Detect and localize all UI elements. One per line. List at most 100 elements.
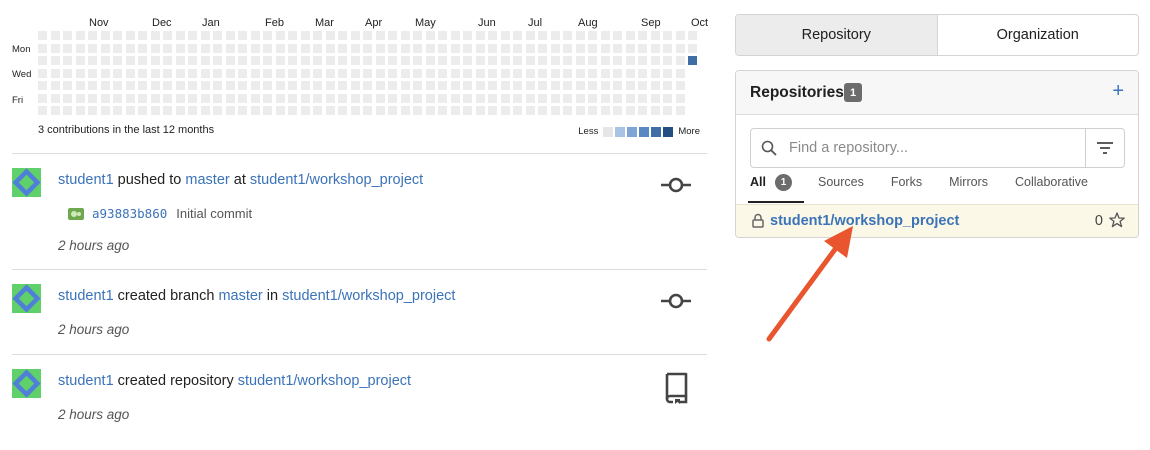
repo-link[interactable]: student1/workshop_project [238,373,411,389]
heatmap-cell [338,93,347,103]
action-text: created repository [117,373,234,389]
heatmap-cell [650,56,660,65]
heatmap-cell [88,68,97,78]
commit-sha-link[interactable]: a93883b860 [92,206,167,221]
month-label: Jun [478,17,496,29]
heatmap-cell [163,43,172,53]
heatmap-cell [513,93,522,103]
star-count: 0 [1094,213,1103,229]
heatmap-cell [563,93,572,103]
heatmap-cell [663,31,672,40]
heatmap-cell [338,43,347,53]
heatmap-cell [538,93,547,103]
heatmap-cell [563,81,572,90]
day-label: Fri [12,95,24,106]
branch-link[interactable]: master [218,288,262,304]
filter-icon[interactable] [1085,129,1124,167]
heatmap-cell [63,93,72,103]
heatmap-cell [113,43,122,53]
heatmap-cell [625,68,635,78]
subtab-collaborative[interactable]: Collaborative [1015,175,1088,203]
heatmap-cell [363,81,372,90]
heatmap-cell [325,31,335,40]
heatmap-cell [325,56,335,65]
heatmap-cell [475,106,485,115]
heatmap-cell [175,93,185,103]
heatmap-cell [400,43,410,53]
user-link[interactable]: student1 [58,172,114,188]
heatmap-cell [675,56,685,65]
user-link[interactable]: student1 [58,373,114,389]
heatmap-cell [363,43,372,53]
avatar[interactable] [12,168,41,197]
heatmap-cell [88,106,97,115]
repository-link[interactable]: student1/workshop_project [770,213,959,229]
heatmap-cell [313,93,322,103]
heatmap-grid [38,31,708,118]
heatmap-cell [88,81,97,90]
heatmap-cell [513,43,522,53]
heatmap-cell [363,31,372,40]
heatmap-cell [413,93,422,103]
avatar[interactable] [12,284,41,313]
search-input[interactable] [787,129,1085,167]
heatmap-cell [125,93,135,103]
heatmap-cell [350,31,360,40]
heatmap-cell [550,68,560,78]
heatmap-cell [463,31,472,40]
heatmap-cell [638,43,647,53]
heatmap-cell [50,43,60,53]
avatar[interactable] [12,369,41,398]
heatmap-cell [663,106,672,115]
heatmap-cell [313,106,322,115]
heatmap-cell [300,56,310,65]
heatmap-cell [450,68,460,78]
repo-link[interactable]: student1/workshop_project [282,288,455,304]
heatmap-cell [238,31,247,40]
day-label: Wed [12,69,32,80]
heatmap-cell [500,93,510,103]
tab-repository[interactable]: Repository [736,15,938,55]
heatmap-cell [413,106,422,115]
heatmap-cell [650,81,660,90]
subtab-all[interactable]: All 1 [748,174,804,203]
heatmap-cell [113,81,122,90]
heatmap-cell [525,68,535,78]
heatmap-cell [125,56,135,65]
heatmap-cell [288,68,297,78]
add-repository-button[interactable]: + [1112,80,1124,103]
repository-list-item[interactable]: student1/workshop_project 0 [736,204,1138,237]
subtab-sources[interactable]: Sources [818,175,864,203]
heatmap-cell [413,81,422,90]
heatmap-cell [175,81,185,90]
month-label: May [415,17,436,29]
heatmap-cell [313,56,322,65]
heatmap-cell [288,93,297,103]
heatmap-cell [350,93,360,103]
heatmap-cell [188,68,197,78]
repo-link[interactable]: student1/workshop_project [250,172,423,188]
heatmap-cell [625,31,635,40]
heatmap-cell [338,106,347,115]
branch-link[interactable]: master [185,172,229,188]
month-label: Nov [89,17,109,29]
dashboard-context-tabs: Repository Organization [735,14,1139,56]
heatmap-cell [313,81,322,90]
subtab-mirrors[interactable]: Mirrors [949,175,988,203]
heatmap-cell [163,68,172,78]
user-link[interactable]: student1 [58,288,114,304]
heatmap-cell [200,81,210,90]
star-icon [1109,212,1125,228]
subtab-forks[interactable]: Forks [891,175,922,203]
heatmap-cell [175,43,185,53]
heatmap-cell [338,56,347,65]
heatmap-cell [188,43,197,53]
heatmap-cell [288,56,297,65]
tab-organization[interactable]: Organization [938,15,1139,55]
heatmap-cell [213,81,222,90]
legend-swatch [639,126,650,137]
heatmap-cell [613,81,622,90]
heatmap-cell [650,68,660,78]
heatmap-cell [125,68,135,78]
heatmap-cell [588,43,597,53]
